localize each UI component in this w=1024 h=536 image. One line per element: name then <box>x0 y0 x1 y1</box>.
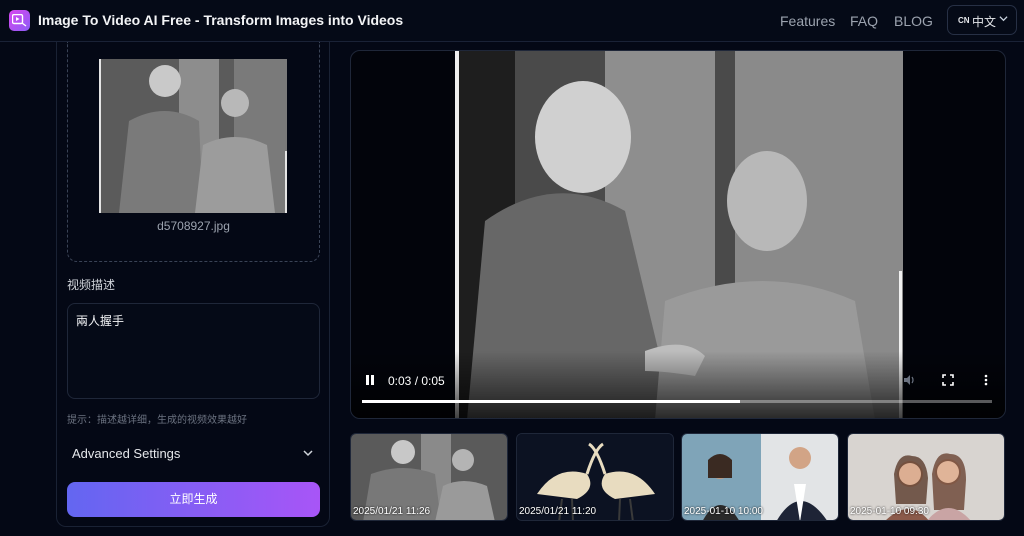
playback-time: 0:03 / 0:05 <box>388 374 445 388</box>
history-item[interactable]: 2025/01/21 11:20 <box>516 433 674 521</box>
description-hint: 提示：描述越详细，生成的视频效果越好 <box>67 415 247 426</box>
more-options-icon[interactable] <box>982 374 990 386</box>
app-logo-icon[interactable] <box>9 10 30 31</box>
site-title[interactable]: Image To Video AI Free - Transform Image… <box>38 12 403 28</box>
history-timestamp: 2025-01-10 10:00 <box>684 506 763 517</box>
pause-icon[interactable] <box>364 374 376 386</box>
history-timestamp: 2025/01/21 11:26 <box>353 506 431 517</box>
fullscreen-icon[interactable] <box>942 374 954 386</box>
chevron-down-icon <box>303 450 313 457</box>
video-player[interactable] <box>350 50 1006 419</box>
video-progress-bar[interactable] <box>362 400 992 403</box>
chevron-down-icon <box>999 16 1008 22</box>
language-selector[interactable]: CN 中文 <box>947 5 1017 35</box>
uploaded-image-preview <box>99 59 287 213</box>
language-label: 中文 <box>972 15 997 29</box>
history-item[interactable]: 2025-01-10 09:30 <box>847 433 1005 521</box>
video-description-label: 视频描述 <box>67 278 116 292</box>
advanced-settings-toggle[interactable]: Advanced Settings <box>67 437 320 469</box>
advanced-settings-label: Advanced Settings <box>72 446 181 461</box>
history-timestamp: 2025-01-10 09:30 <box>850 506 929 517</box>
nav-features[interactable]: Features <box>780 13 835 29</box>
file-name: d5708927.jpg <box>157 219 230 233</box>
history-item[interactable]: 2025-01-10 10:00 <box>681 433 839 521</box>
video-progress-fill <box>362 400 740 403</box>
nav-blog[interactable]: BLOG <box>894 13 933 29</box>
volume-icon[interactable] <box>903 374 916 386</box>
video-description-value: 兩人握手 <box>76 314 125 328</box>
top-header: Image To Video AI Free - Transform Image… <box>0 0 1024 42</box>
generate-button[interactable]: 立即生成 <box>67 482 320 517</box>
language-code: CN <box>958 16 970 25</box>
history-item[interactable]: 2025/01/21 11:26 <box>350 433 508 521</box>
nav-faq[interactable]: FAQ <box>850 13 878 29</box>
history-timestamp: 2025/01/21 11:20 <box>519 506 597 517</box>
